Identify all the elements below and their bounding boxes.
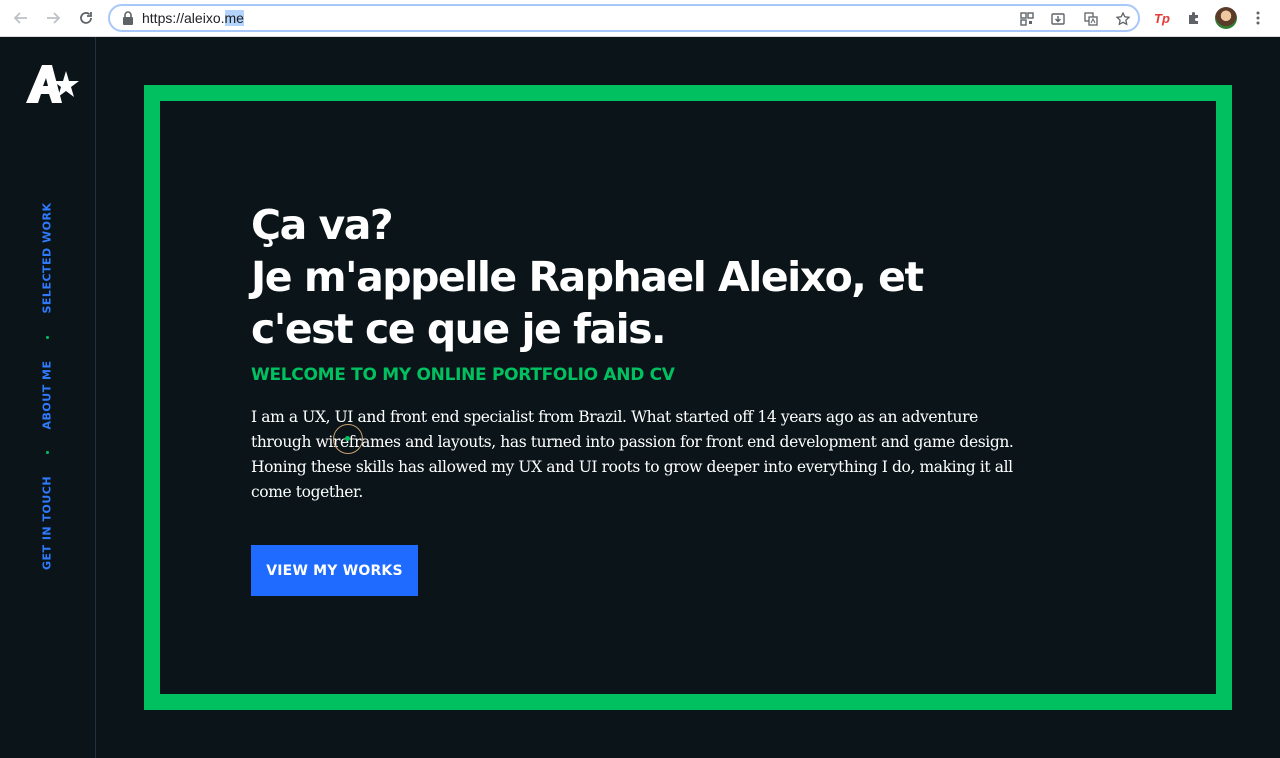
browser-menu-button[interactable] (1248, 8, 1268, 28)
install-icon (1051, 13, 1065, 25)
url-selection: me (224, 10, 244, 26)
puzzle-icon (1189, 12, 1198, 24)
address-bar[interactable]: https://aleixo.me (108, 4, 1140, 32)
star-icon (1116, 12, 1130, 26)
arrow-left-icon (13, 12, 27, 24)
browser-toolbar: https://aleixo.me Tp (0, 0, 1280, 37)
hero-title-line: c'est ce que je fais. (251, 305, 667, 353)
kebab-menu-icon (1256, 11, 1260, 25)
bookmark-button[interactable] (1114, 10, 1132, 28)
lock-icon (123, 11, 133, 25)
url-text: https://aleixo.me (142, 10, 244, 26)
nav-get-in-touch[interactable]: GET IN TOUCH (41, 476, 54, 570)
hero-title: Ça va? Je m'appelle Raphael Aleixo, et c… (251, 199, 1011, 355)
translate-icon (1084, 12, 1098, 26)
hero-frame (144, 85, 1232, 710)
reload-icon (80, 12, 92, 24)
hero-title-line: Je m'appelle Raphael Aleixo, et (251, 253, 924, 301)
view-my-works-button[interactable]: VIEW MY WORKS (251, 545, 418, 596)
tp-extension-icon: Tp (1154, 10, 1170, 26)
custom-cursor-dot (345, 436, 350, 441)
nav-selected-work[interactable]: SELECTED WORK (41, 203, 54, 314)
nav-separator (46, 451, 49, 454)
arrow-right-icon (47, 12, 61, 24)
profile-avatar[interactable] (1215, 7, 1237, 29)
hero-title-line: Ça va? (251, 201, 394, 249)
reload-button[interactable] (75, 7, 97, 29)
nav-separator (46, 336, 49, 339)
qr-code-icon (1020, 12, 1034, 26)
hero-subtitle: WELCOME TO MY ONLINE PORTFOLIO AND CV (251, 365, 675, 385)
forward-button[interactable] (42, 7, 64, 29)
hero-bio: I am a UX, UI and front end specialist f… (251, 408, 1014, 501)
extensions-button[interactable] (1184, 8, 1204, 28)
extension-tp-button[interactable]: Tp (1152, 8, 1172, 28)
nav-about-me[interactable]: ABOUT ME (41, 361, 54, 430)
install-button[interactable] (1049, 10, 1067, 28)
translate-button[interactable] (1082, 10, 1100, 28)
back-button[interactable] (10, 7, 32, 29)
site-logo[interactable] (26, 63, 80, 105)
qr-code-button[interactable] (1018, 10, 1036, 28)
